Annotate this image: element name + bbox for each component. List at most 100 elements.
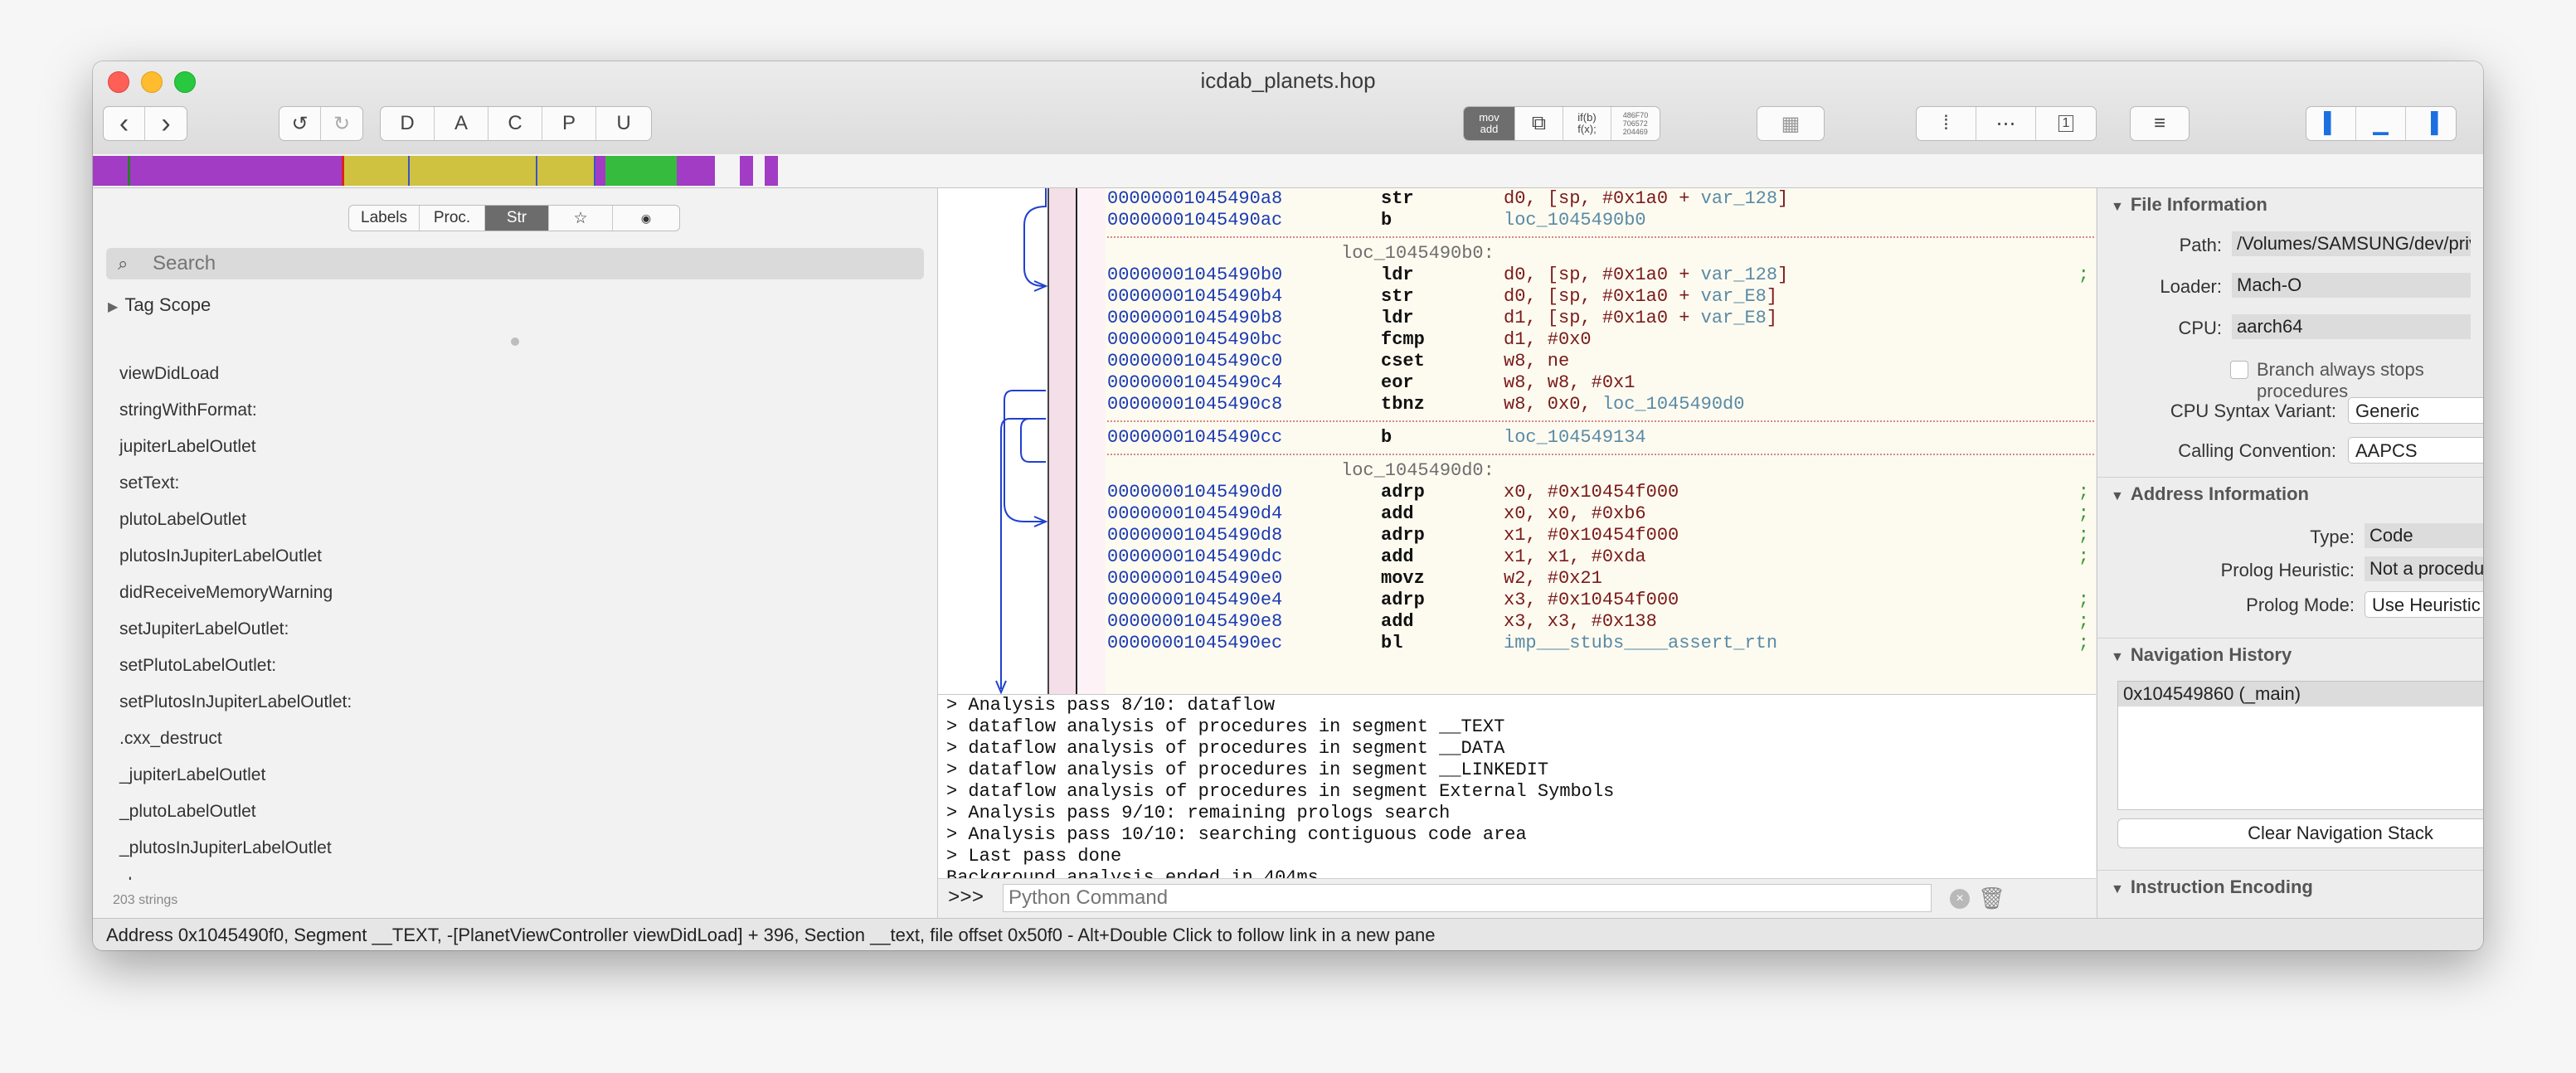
list-item[interactable]: viewDidLoad [93,356,936,392]
tab-strings[interactable]: Str [485,206,549,231]
list-item[interactable]: setPlutosInJupiterLabelOutlet: [93,684,936,721]
mode-code-button[interactable]: C [488,107,542,140]
comment-marker: ; [2078,611,2089,632]
assembly-view-button[interactable]: mov add [1464,107,1515,140]
instruction-row[interactable]: 00000001045490c0 cset w8, ne [1107,351,2094,372]
instruction-row[interactable]: 00000001045490c8 tbnz w8, 0x0, loc_1045490… [1107,394,2094,415]
forward-button[interactable]: › [145,107,187,140]
operand-reference[interactable]: var_E8 [1701,308,1767,328]
instruction-row[interactable]: 00000001045490cc b loc_104549134 [1107,427,2094,449]
toggle-left-panel-icon[interactable]: ▌ [2306,107,2356,140]
single-pane-button[interactable]: 1 [2036,107,2096,140]
instruction-row[interactable]: 00000001045490e8 add x3, x3, #0x138; [1107,611,2094,633]
block-separator [1107,420,2094,422]
operand-reference[interactable]: loc_1045490b0 [1504,210,1646,231]
segment-purple-4[interactable] [740,156,753,186]
segment-text-yellow[interactable] [342,156,595,186]
list-item[interactable]: plutoLabelOutlet [93,502,936,538]
python-command-input[interactable] [1003,884,1932,912]
instruction-row[interactable]: 00000001045490d4 add x0, x0, #0xb6; [1107,503,2094,525]
mode-data-button[interactable]: D [381,107,435,140]
instruction-row[interactable]: 00000001045490ac b loc_1045490b0 [1107,210,2094,231]
instruction-operands-tail: ] [1777,188,1789,209]
disassembly-view[interactable]: 00000001045490a8 str d0, [sp, #0x1a0 + var… [938,188,2096,694]
segment-map-bar[interactable] [93,154,2483,188]
operand-reference[interactable]: var_128 [1701,265,1777,285]
instruction-row[interactable]: 00000001045490bc fcmp d1, #0x0 [1107,329,2094,351]
instruction-row[interactable]: 00000001045490d8 adrp x1, #0x10454f000; [1107,525,2094,546]
pseudocode-view-button[interactable]: if(b) f(x); [1563,107,1611,140]
settings-icon[interactable]: ≡ [2131,107,2189,140]
instruction-row[interactable]: 00000001045490d0 adrp x0, #0x10454f000; [1107,482,2094,503]
calling-convention-select[interactable]: AAPCS ▲▼ [2348,437,2483,464]
segment-purple-5[interactable] [765,156,778,186]
list-item[interactable]: .cxx_destruct [93,721,936,757]
segment-green[interactable] [605,156,677,186]
list-item[interactable]: _jupiterLabelOutlet [93,757,936,794]
inspector-panel: ▼ File Information Path: /Volumes/SAMSUNG… [2097,188,2483,918]
operand-reference[interactable]: loc_104549134 [1504,427,1646,448]
prolog-mode-label: Prolog Mode: [2246,595,2355,615]
toggle-right-panel-icon[interactable]: ▐ [2406,107,2456,140]
trash-icon[interactable]: 🗑 [1978,886,2005,911]
tab-procedures[interactable]: Proc. [420,206,485,231]
search-input[interactable] [151,251,901,276]
split-horizontal-button[interactable]: ⋯ [1976,107,2036,140]
clear-navigation-stack-button[interactable]: Clear Navigation Stack [2117,818,2483,848]
segment-text-purple[interactable] [93,156,342,186]
operand-reference[interactable]: var_E8 [1701,286,1767,307]
list-item[interactable]: setPlutoLabelOutlet: [93,648,936,684]
tab-labels[interactable]: Labels [349,206,420,231]
cpu-icon[interactable]: ▦ [1757,107,1824,140]
mode-procedure-button[interactable]: P [542,107,596,140]
list-item[interactable]: jupiterLabelOutlet [93,429,936,465]
list-item[interactable]: stringWithFormat: [93,392,936,429]
back-button[interactable]: ‹ [104,107,145,140]
tag-scope-disclosure[interactable]: ▶ Tag Scope [108,294,211,316]
instruction-row[interactable]: 00000001045490e0 movz w2, #0x21 [1107,568,2094,590]
cpu-syntax-select[interactable]: Generic ▲▼ [2348,397,2483,424]
mode-undefine-button[interactable]: U [596,107,651,140]
list-item[interactable]: _plutoLabelOutlet [93,794,936,830]
list-item[interactable]: didReceiveMemoryWarning [93,575,936,611]
operand-reference[interactable]: imp___stubs____assert_rtn [1504,633,1777,653]
navigation-history-header[interactable]: ▼ Navigation History [2097,638,2483,671]
split-vertical-button[interactable]: ⁞ [1917,107,1976,140]
list-item[interactable]: _plutosInJupiterLabelOutlet [93,830,936,867]
instruction-row[interactable]: 00000001045490e4 adrp x3, #0x10454f000; [1107,590,2094,611]
operand-reference[interactable]: loc_1045490d0 [1602,394,1745,415]
path-value: /Volumes/SAMSUNG/dev/private-c [2232,231,2471,256]
tab-tags[interactable]: ◉ [613,206,679,231]
toggle-bottom-panel-icon[interactable]: ▁ [2356,107,2406,140]
hex-view-button[interactable]: 486F70 706572 204469 [1611,107,1660,140]
instruction-row[interactable]: 00000001045490b8 ldr d1, [sp, #0x1a0 + var… [1107,308,2094,329]
instruction-mnemonic: b [1381,427,1392,448]
cfg-view-button[interactable]: ⧉ [1515,107,1563,140]
instruction-row[interactable]: 00000001045490ec bl imp___stubs____assert_… [1107,633,2094,654]
branch-stops-checkbox[interactable] [2230,361,2248,379]
list-item[interactable]: setText: [93,465,936,502]
list-item[interactable]: setJupiterLabelOutlet: [93,611,936,648]
mode-ascii-button[interactable]: A [435,107,488,140]
address-information-header[interactable]: ▼ Address Information [2097,477,2483,510]
clear-input-icon[interactable]: × [1950,889,1970,909]
instruction-row[interactable]: 00000001045490dc add x1, x1, #0xda; [1107,546,2094,568]
redo-button[interactable]: ↻ [321,107,362,140]
search-field[interactable]: ⌕ [106,248,924,279]
instruction-row[interactable]: 00000001045490a8 str d0, [sp, #0x1a0 + var… [1107,188,2094,210]
instruction-encoding-header[interactable]: ▼ Instruction Encoding [2097,870,2483,903]
undo-button[interactable]: ↺ [279,107,321,140]
instruction-row[interactable]: 00000001045490c4 eor w8, w8, #0x1 [1107,372,2094,394]
instruction-row[interactable]: 00000001045490b0 ldr d0, [sp, #0x1a0 + var… [1107,265,2094,286]
tab-bookmarks[interactable]: ☆ [549,206,613,231]
operand-reference[interactable]: var_128 [1701,188,1777,209]
list-item[interactable]: plutosInJupiterLabelOutlet [93,538,936,575]
code-label-row[interactable]: loc_1045490b0: [1107,243,2094,265]
code-label-row[interactable]: loc_1045490d0: [1107,460,2094,482]
prolog-mode-select[interactable]: Use Heuristic ▲▼ [2365,591,2483,618]
instruction-row[interactable]: 00000001045490b4 str d0, [sp, #0x1a0 + var… [1107,286,2094,308]
list-item[interactable]: 0x104549860 (_main) [2118,682,2483,706]
split-handle-dot[interactable] [511,337,519,346]
file-information-header[interactable]: ▼ File Information [2097,188,2483,221]
list-item[interactable]: class [93,867,936,880]
